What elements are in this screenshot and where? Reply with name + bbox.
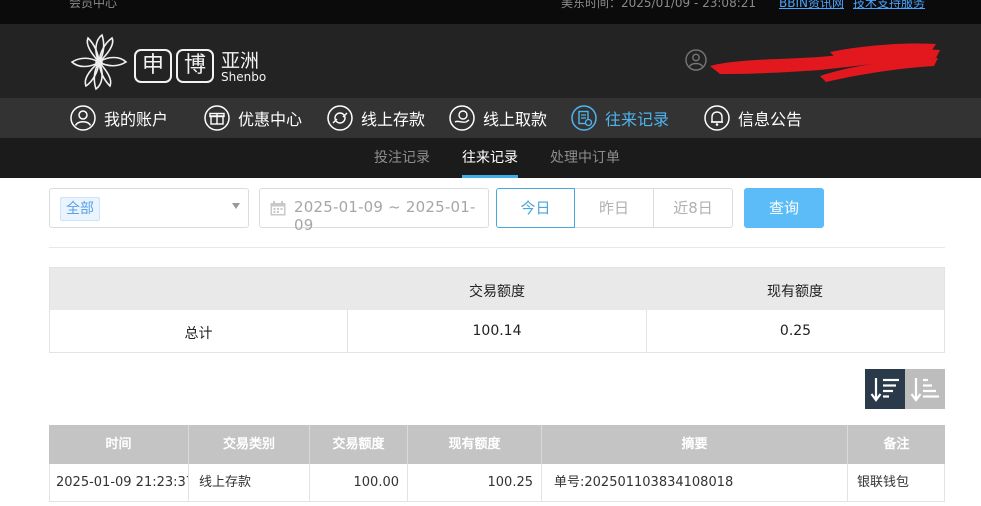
nav-promotions[interactable]: 优惠中心: [204, 98, 302, 138]
summary-table: 交易额度 现有额度 总计 100.14 0.25: [49, 267, 945, 353]
calendar-icon: [270, 201, 286, 216]
selected-type-tag[interactable]: 全部: [60, 197, 100, 221]
date-range-picker[interactable]: 2025-01-09 ~ 2025-01-09: [259, 188, 489, 234]
nav-online-deposit[interactable]: 线上存款: [327, 98, 425, 138]
table-row: 2025-01-09 21:23:37 线上存款 100.00 100.25 单…: [49, 464, 945, 502]
summary-col-balance: 现有额度: [767, 284, 823, 300]
nav-label: 信息公告: [738, 110, 803, 129]
nav-label: 线上存款: [361, 110, 426, 129]
nav-label: 优惠中心: [238, 110, 303, 129]
member-center-link[interactable]: 会员中心: [69, 0, 117, 11]
subtab-pending-orders[interactable]: 处理中订单: [550, 138, 620, 178]
cell-amount: 100.00: [310, 464, 408, 502]
table-header: 时间 交易类别 交易额度 现有额度 摘要 备注: [49, 425, 945, 464]
nav-transaction-records[interactable]: 往来记录: [571, 98, 669, 138]
gift-icon: [204, 105, 230, 131]
yesterday-button[interactable]: 昨日: [575, 188, 654, 228]
cell-type: 线上存款: [189, 464, 310, 502]
top-bar: 会员中心 美东时间：2025/01/09 - 23:08:21 BBIN资讯网 …: [0, 0, 981, 24]
col-summary: 摘要: [542, 425, 848, 464]
main-nav: 我的账户 优惠中心 线上存款 线上取款 往来记录 信息公告: [0, 98, 981, 138]
sort-ascending-button[interactable]: [905, 369, 945, 409]
logo-char-shen: 申: [134, 49, 172, 83]
nav-my-account[interactable]: 我的账户: [70, 98, 168, 138]
col-transaction-amount: 交易额度: [310, 425, 408, 464]
col-transaction-type: 交易类别: [189, 425, 310, 464]
flower-logo-icon: [70, 33, 128, 91]
summary-total-label: 总计: [184, 326, 213, 342]
user-icon: [70, 105, 96, 131]
eastern-time-label: 美东时间：2025/01/09 - 23:08:21: [561, 0, 757, 10]
cell-summary: 单号:202501103834108018: [542, 464, 848, 502]
nav-label: 我的账户: [104, 110, 169, 129]
query-button[interactable]: 查询: [744, 188, 824, 228]
divider: [49, 247, 945, 248]
bell-icon: [704, 105, 730, 131]
last-8-days-button[interactable]: 近8日: [654, 188, 733, 228]
nav-online-withdraw[interactable]: 线上取款: [449, 98, 547, 138]
col-remark: 备注: [883, 437, 910, 452]
deposit-icon: [327, 105, 353, 131]
col-time: 时间: [49, 425, 189, 464]
nav-label: 往来记录: [605, 110, 670, 129]
date-range-value[interactable]: 2025-01-09 ~ 2025-01-09: [294, 198, 488, 234]
logo-char-bo: 博: [176, 49, 214, 83]
nav-announcements[interactable]: 信息公告: [704, 98, 802, 138]
summary-col-amount: 交易额度: [469, 284, 525, 300]
withdraw-icon: [449, 105, 475, 131]
cell-time: 2025-01-09 21:23:37: [50, 464, 189, 502]
summary-total-amount: 100.14: [472, 323, 522, 339]
sort-asc-icon: [910, 378, 939, 402]
logo-en-name: Shenbo: [221, 70, 267, 84]
summary-current-balance: 0.25: [779, 323, 812, 339]
today-button[interactable]: 今日: [496, 188, 575, 228]
sub-nav: 投注记录 往来记录 处理中订单: [0, 138, 981, 178]
transaction-type-select[interactable]: 全部: [49, 188, 249, 228]
subtab-bet-records[interactable]: 投注记录: [374, 138, 430, 178]
bbin-news-link[interactable]: BBIN资讯网: [779, 0, 844, 11]
tech-support-link[interactable]: 技术支持服务: [853, 0, 925, 11]
cell-remark: 银联钱包: [857, 475, 910, 490]
subtab-transaction-records[interactable]: 往来记录: [462, 138, 518, 178]
chevron-down-icon[interactable]: [232, 203, 240, 209]
cell-balance: 100.25: [408, 464, 542, 502]
nav-label: 线上取款: [483, 110, 548, 129]
sort-desc-icon: [870, 378, 899, 402]
sort-descending-button[interactable]: [865, 369, 905, 409]
site-header: 申 博 亚洲 Shenbo: [0, 24, 981, 98]
logo-cn-name: 亚洲: [221, 50, 260, 72]
redaction-scribble: [710, 43, 940, 82]
col-current-balance: 现有额度: [408, 425, 542, 464]
record-icon: [571, 105, 597, 131]
